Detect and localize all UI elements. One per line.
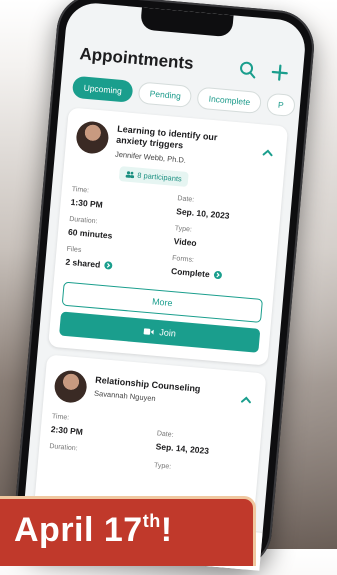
- files-value: 2 shared: [65, 256, 101, 270]
- banner-punct: !: [160, 511, 173, 549]
- phone-mockup: Appointments Upcoming Pending Incomplete…: [0, 0, 337, 572]
- forms-link[interactable]: Complete: [171, 266, 222, 280]
- appointment-title: Learning to identify our anxiety trigger…: [116, 124, 218, 155]
- people-icon: [125, 171, 135, 179]
- header-actions: [236, 58, 292, 85]
- tab-incomplete[interactable]: Incomplete: [196, 86, 263, 115]
- tab-pending[interactable]: Pending: [137, 81, 193, 109]
- forms-label: Forms:: [171, 254, 195, 264]
- video-icon: [143, 327, 154, 335]
- participants-badge[interactable]: 8 participants: [118, 166, 189, 187]
- appointment-card[interactable]: Learning to identify our anxiety trigger…: [48, 107, 289, 366]
- time-label: Time:: [71, 185, 90, 195]
- date-label: Date:: [177, 195, 195, 204]
- date-value: Sep. 14, 2023: [155, 441, 210, 456]
- type-label: Type:: [174, 225, 193, 234]
- date-label: Date:: [156, 430, 174, 439]
- duration-label: Duration:: [49, 442, 78, 453]
- duration-label: Duration:: [68, 215, 98, 226]
- files-label: Files: [66, 245, 82, 255]
- tab-upcoming[interactable]: Upcoming: [71, 75, 134, 103]
- tab-overflow[interactable]: P: [266, 92, 296, 118]
- duration-value: 60 minutes: [67, 226, 113, 241]
- phone-notch: [140, 7, 234, 38]
- banner-date: April 17: [14, 511, 143, 549]
- provider-name: Jennifer Webb, Ph.D.: [114, 149, 187, 165]
- date-value: Sep. 10, 2023: [175, 206, 230, 221]
- banner-text: April 17th!: [14, 511, 173, 550]
- banner-ordinal: th: [142, 511, 161, 531]
- search-icon[interactable]: [236, 58, 260, 82]
- forms-value: Complete: [170, 265, 211, 280]
- files-link[interactable]: 2 shared: [65, 257, 113, 271]
- app-screen: Appointments Upcoming Pending Incomplete…: [20, 0, 308, 571]
- page-title: Appointments: [78, 44, 195, 74]
- arrow-circle-icon: [213, 270, 222, 280]
- join-label: Join: [159, 327, 177, 339]
- type-value: Video: [173, 236, 198, 249]
- date-banner: April 17th!: [0, 496, 256, 566]
- avatar: [75, 120, 110, 155]
- plus-icon[interactable]: [268, 61, 292, 85]
- time-label: Time:: [51, 413, 70, 422]
- time-value: 2:30 PM: [50, 424, 84, 437]
- time-value: 1:30 PM: [70, 196, 104, 210]
- chevron-up-icon[interactable]: [261, 146, 274, 159]
- type-label: Type:: [153, 462, 172, 471]
- avatar: [53, 369, 88, 404]
- participants-count: 8 participants: [136, 170, 183, 184]
- provider-name: Savannah Nguyen: [93, 388, 157, 404]
- chevron-up-icon[interactable]: [240, 393, 253, 406]
- phone-frame: Appointments Upcoming Pending Incomplete…: [11, 0, 318, 572]
- arrow-circle-icon: [103, 261, 113, 270]
